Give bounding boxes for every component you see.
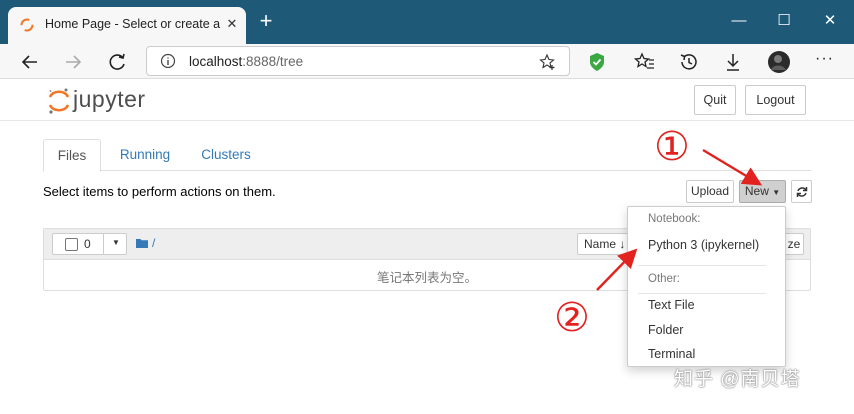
add-favorite-icon[interactable] <box>539 53 557 71</box>
history-icon[interactable] <box>676 49 702 75</box>
folder-icon <box>136 239 148 248</box>
select-dropdown-button[interactable]: ▼ <box>103 234 127 254</box>
annotation-two: ② <box>554 295 590 341</box>
quit-button[interactable]: Quit <box>694 85 736 115</box>
minimize-icon[interactable]: — <box>727 10 751 32</box>
jupyter-logo-text: jupyter <box>73 86 146 112</box>
selected-count: 0 <box>84 237 91 251</box>
url-path: :8888/tree <box>242 54 304 69</box>
sort-by-size-button[interactable]: ze <box>784 233 804 255</box>
jupyter-header: jupyter Quit Logout <box>0 80 854 121</box>
forward-icon[interactable] <box>60 49 86 75</box>
more-menu-icon[interactable]: ··· <box>815 50 834 68</box>
shield-icon[interactable] <box>584 49 610 75</box>
menu-divider <box>638 265 766 266</box>
profile-avatar-icon[interactable] <box>766 49 792 75</box>
url-host: localhost <box>189 54 243 69</box>
url-text: localhost:8888/tree <box>189 54 303 69</box>
tab-running[interactable]: Running <box>109 139 181 171</box>
address-bar[interactable]: localhost:8888/tree <box>146 46 570 76</box>
back-icon[interactable] <box>17 49 43 75</box>
menu-divider <box>638 293 766 294</box>
favorites-icon[interactable] <box>632 49 658 75</box>
jupyter-logo-icon <box>48 88 70 114</box>
tab-close-icon[interactable]: ✕ <box>223 15 241 33</box>
jupyter-tabs: Files Running Clusters <box>43 139 811 172</box>
watermark-text: 知乎 @南贝塔 <box>674 369 801 390</box>
root-path-link[interactable]: / <box>152 236 155 250</box>
menu-item-folder[interactable]: Folder <box>648 323 683 337</box>
caret-down-icon: ▼ <box>772 188 781 197</box>
sort-by-name-button[interactable]: Name ↓ <box>577 233 629 255</box>
tab-title: Home Page - Select or create a n <box>45 17 221 31</box>
reload-icon[interactable] <box>104 49 130 75</box>
refresh-button[interactable] <box>791 180 812 203</box>
screenshot-root: Home Page - Select or create a n ✕ + — ☐… <box>0 0 854 414</box>
tab-files[interactable]: Files <box>43 139 101 172</box>
maximize-icon[interactable]: ☐ <box>772 10 796 32</box>
select-items-message: Select items to perform actions on them. <box>43 184 276 199</box>
arrow-down-icon: ↓ <box>619 237 626 251</box>
browser-titlebar: Home Page - Select or create a n ✕ + — ☐… <box>0 0 854 44</box>
new-button-label: New <box>744 184 769 198</box>
close-window-icon[interactable]: ✕ <box>818 10 842 32</box>
notebook-header: Notebook: <box>648 213 701 225</box>
info-icon[interactable] <box>160 53 176 69</box>
new-tab-icon[interactable]: + <box>256 10 276 32</box>
select-all-checkbox[interactable] <box>65 238 78 251</box>
browser-toolbar: localhost:8888/tree ··· <box>0 44 854 79</box>
annotation-one: ① <box>654 124 690 170</box>
menu-item-python3[interactable]: Python 3 (ipykernel) <box>648 238 759 252</box>
upload-button[interactable]: Upload <box>686 180 734 203</box>
new-button[interactable]: New ▼ <box>739 180 786 203</box>
other-header: Other: <box>648 273 680 285</box>
refresh-icon <box>796 187 808 197</box>
select-all-group: 0 ▼ <box>52 233 127 255</box>
jupyter-favicon-icon <box>20 18 34 32</box>
jupyter-logo[interactable]: jupyter <box>47 86 167 116</box>
new-dropdown-menu: Notebook: Python 3 (ipykernel) Other: Te… <box>627 206 786 367</box>
tab-clusters[interactable]: Clusters <box>191 139 261 171</box>
logout-button[interactable]: Logout <box>745 85 806 115</box>
browser-tab[interactable]: Home Page - Select or create a n ✕ <box>8 7 246 44</box>
downloads-icon[interactable] <box>720 49 746 75</box>
menu-item-text-file[interactable]: Text File <box>648 298 695 312</box>
sort-name-label: Name <box>584 237 617 251</box>
menu-item-terminal[interactable]: Terminal <box>648 347 695 361</box>
caret-down-icon: ▼ <box>112 238 120 247</box>
